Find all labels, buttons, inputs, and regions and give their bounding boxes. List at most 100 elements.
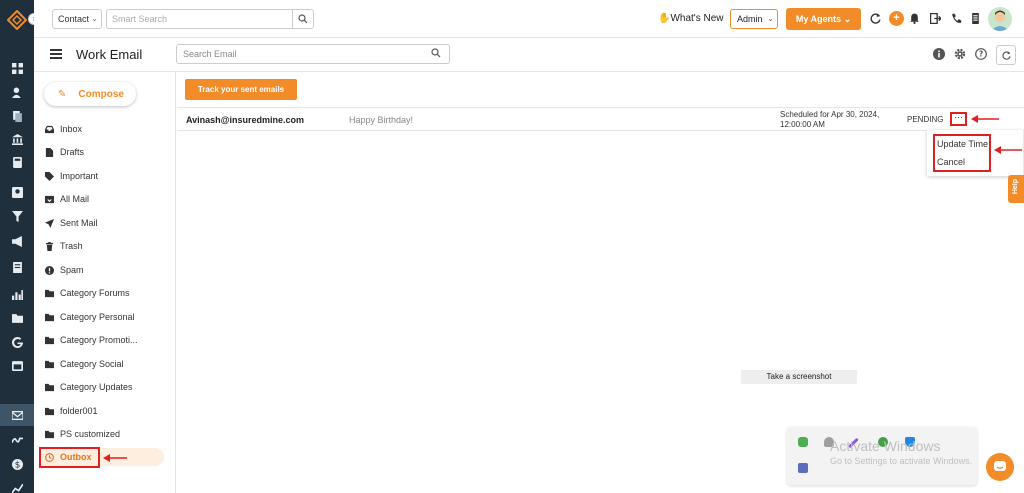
contacts-icon[interactable] bbox=[0, 81, 34, 103]
filter-icon[interactable] bbox=[0, 205, 34, 227]
document-icon[interactable] bbox=[969, 12, 981, 24]
folder-folder001[interactable]: folder001 bbox=[40, 402, 164, 420]
contact-card-icon[interactable] bbox=[0, 181, 34, 203]
email-recipient: Avinash@insuredmine.com bbox=[186, 115, 304, 125]
draft-icon bbox=[44, 147, 54, 157]
more-actions-button[interactable]: ··· bbox=[950, 112, 967, 126]
trash-icon bbox=[44, 241, 54, 251]
reports-icon[interactable] bbox=[0, 283, 34, 305]
folder-ps-customized[interactable]: PS customized bbox=[40, 425, 164, 443]
all-mail-icon bbox=[44, 194, 54, 204]
logout-icon[interactable] bbox=[929, 12, 941, 24]
pencil-icon: ✎ bbox=[58, 88, 67, 100]
folder-icon bbox=[44, 312, 54, 322]
help-icon[interactable]: ? bbox=[975, 48, 987, 60]
activate-windows-subtitle: Go to Settings to activate Windows. bbox=[830, 456, 973, 466]
spam-icon bbox=[44, 265, 54, 275]
chevron-down-icon: ⌄ bbox=[91, 14, 98, 23]
email-icon[interactable] bbox=[0, 404, 34, 426]
chat-icon bbox=[994, 461, 1006, 471]
calculator-icon[interactable] bbox=[0, 151, 34, 173]
folder-icon bbox=[44, 359, 54, 369]
svg-text:$: $ bbox=[14, 460, 20, 469]
insuredmine-logo[interactable] bbox=[7, 10, 27, 30]
table-row[interactable]: Avinash@insuredmine.com Happy Birthday! … bbox=[177, 107, 1024, 131]
smart-search-input[interactable] bbox=[106, 9, 292, 29]
folder-category-personal[interactable]: Category Personal bbox=[40, 308, 164, 326]
status-badge: PENDING bbox=[907, 115, 944, 124]
menu-icon[interactable] bbox=[50, 49, 62, 59]
folder-important[interactable]: Important bbox=[40, 167, 164, 185]
bank-icon[interactable] bbox=[0, 128, 34, 150]
folder-sent-mail[interactable]: Sent Mail bbox=[40, 214, 164, 232]
documents-icon[interactable] bbox=[0, 105, 34, 127]
dashboard-icon[interactable] bbox=[0, 57, 34, 79]
folder-icon bbox=[44, 288, 54, 298]
google-icon[interactable] bbox=[0, 331, 34, 353]
annotation-arrow-icon bbox=[103, 454, 127, 462]
inbox-icon bbox=[44, 124, 54, 134]
page-title: Work Email bbox=[76, 47, 143, 62]
annotation-arrow-icon bbox=[971, 115, 999, 123]
outbox-annotation-box bbox=[39, 447, 100, 468]
folder-spam[interactable]: Spam bbox=[40, 261, 164, 279]
folder-icon bbox=[44, 382, 54, 392]
refresh-button[interactable] bbox=[996, 45, 1016, 65]
folder-category-promotions[interactable]: Category Promoti... bbox=[40, 331, 164, 349]
security-icon[interactable] bbox=[798, 437, 808, 447]
cancel-menu-item[interactable]: Cancel bbox=[937, 157, 965, 167]
user-avatar[interactable] bbox=[988, 7, 1012, 31]
svg-text:?: ? bbox=[979, 50, 983, 59]
search-icon bbox=[298, 14, 308, 24]
info-icon[interactable] bbox=[933, 48, 945, 60]
folder-inbox[interactable]: Inbox bbox=[40, 120, 164, 138]
notes-icon[interactable] bbox=[0, 256, 34, 278]
folder-open-icon[interactable] bbox=[0, 307, 34, 329]
phone-icon[interactable] bbox=[950, 12, 962, 24]
folder-all-mail[interactable]: All Mail bbox=[40, 190, 164, 208]
activate-windows-title: Activate Windows bbox=[830, 438, 941, 454]
folder-drafts[interactable]: Drafts bbox=[40, 143, 164, 161]
email-subject: Happy Birthday! bbox=[349, 115, 414, 125]
update-time-menu-item[interactable]: Update Time bbox=[937, 139, 988, 149]
signature-icon[interactable] bbox=[0, 428, 34, 450]
chevron-down-icon: ⌄ bbox=[843, 14, 852, 24]
top-bar: Contact ⌄ ✋What's New Admin ⌄ My Agents … bbox=[34, 0, 1024, 38]
folder-icon bbox=[44, 429, 54, 439]
search-button[interactable] bbox=[292, 9, 314, 29]
search-icon[interactable] bbox=[431, 48, 441, 58]
my-agents-button[interactable]: My Agents ⌄ bbox=[786, 8, 861, 30]
chat-launcher-button[interactable] bbox=[986, 453, 1014, 481]
whats-new-link[interactable]: ✋What's New bbox=[658, 13, 724, 24]
gear-icon[interactable] bbox=[954, 48, 966, 60]
tag-icon bbox=[44, 171, 54, 181]
refresh-icon[interactable] bbox=[869, 12, 881, 24]
send-icon bbox=[44, 218, 54, 228]
chevron-down-icon: ⌄ bbox=[767, 14, 774, 23]
megaphone-icon[interactable] bbox=[0, 230, 34, 252]
calendar-icon[interactable] bbox=[0, 354, 34, 376]
billing-icon[interactable]: $ bbox=[0, 453, 34, 475]
folder-icon bbox=[44, 335, 54, 345]
app-nav-rail: › $ bbox=[0, 0, 40, 493]
folder-trash[interactable]: Trash bbox=[40, 237, 164, 255]
folder-category-forums[interactable]: Category Forums bbox=[40, 284, 164, 302]
folder-sidebar: ✎ Compose Inbox Drafts Important All Mai… bbox=[34, 72, 176, 493]
admin-select[interactable]: Admin ⌄ bbox=[730, 9, 778, 29]
take-screenshot-button[interactable]: Take a screenshot bbox=[741, 370, 857, 384]
search-email-input[interactable] bbox=[176, 44, 450, 64]
folder-category-social[interactable]: Category Social bbox=[40, 355, 164, 373]
track-sent-emails-button[interactable]: Track your sent emails bbox=[185, 79, 297, 100]
add-icon[interactable]: + bbox=[889, 11, 904, 26]
bell-icon[interactable] bbox=[908, 12, 920, 24]
analytics-icon[interactable] bbox=[0, 477, 34, 493]
compose-button[interactable]: ✎ Compose bbox=[44, 82, 136, 106]
help-tab[interactable]: Help bbox=[1008, 175, 1024, 203]
scheduled-time: Scheduled for Apr 30, 2024, 12:00:00 AM bbox=[780, 110, 880, 129]
contact-type-select[interactable]: Contact ⌄ bbox=[52, 9, 102, 29]
pointing-hand-icon: ✋ bbox=[658, 13, 671, 24]
folder-icon bbox=[44, 406, 54, 416]
email-header: Work Email ? bbox=[34, 38, 1024, 72]
teams-icon[interactable] bbox=[798, 463, 808, 473]
folder-category-updates[interactable]: Category Updates bbox=[40, 378, 164, 396]
